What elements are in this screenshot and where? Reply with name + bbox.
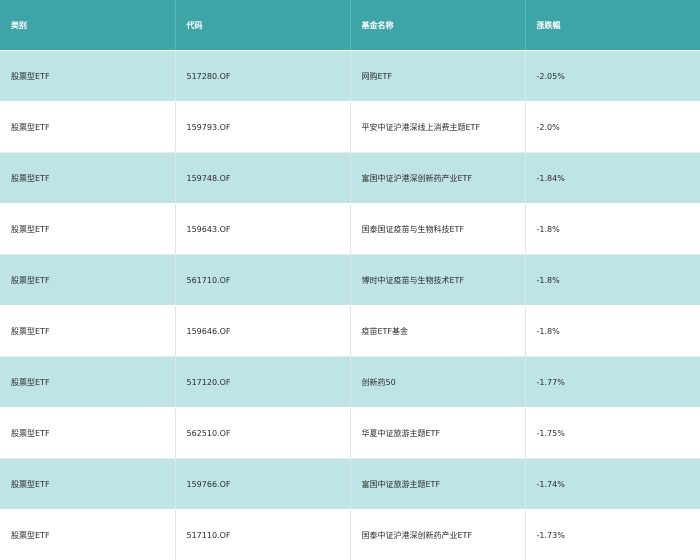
cell-change: -1.73% — [525, 509, 700, 560]
cell-fund-name: 创新药50 — [350, 356, 526, 408]
cell-fund-name: 国泰国证疫苗与生物科技ETF — [350, 203, 526, 255]
cell-change: -1.8% — [525, 203, 700, 255]
cell-category: 股票型ETF — [0, 254, 176, 306]
table-row[interactable]: 股票型ETF 159646.OF 疫苗ETF基金 -1.8% — [0, 305, 700, 357]
cell-change: -1.84% — [525, 152, 700, 204]
cell-fund-name: 平安中证沪港深线上消费主题ETF — [350, 101, 526, 153]
cell-fund-name: 国泰中证沪港深创新药产业ETF — [350, 509, 526, 560]
column-header-change[interactable]: 涨跌幅 — [525, 0, 700, 51]
cell-category: 股票型ETF — [0, 509, 176, 560]
header-row: 类别 代码 基金名称 涨跌幅 — [0, 0, 700, 51]
cell-category: 股票型ETF — [0, 101, 176, 153]
cell-change: -1.75% — [525, 407, 700, 459]
column-header-fund-name[interactable]: 基金名称 — [350, 0, 526, 51]
cell-change: -1.8% — [525, 305, 700, 357]
cell-fund-name: 富国中证旅游主题ETF — [350, 458, 526, 510]
table-row[interactable]: 股票型ETF 159643.OF 国泰国证疫苗与生物科技ETF -1.8% — [0, 203, 700, 255]
cell-fund-name: 华夏中证旅游主题ETF — [350, 407, 526, 459]
cell-fund-name: 博时中证疫苗与生物技术ETF — [350, 254, 526, 306]
cell-change: -2.0% — [525, 101, 700, 153]
table-body: 股票型ETF 517280.OF 网购ETF -2.05% 股票型ETF 159793.O… — [0, 50, 700, 560]
cell-category: 股票型ETF — [0, 203, 176, 255]
cell-code: 562510.OF — [175, 407, 351, 459]
cell-category: 股票型ETF — [0, 356, 176, 408]
cell-code: 517280.OF — [175, 50, 351, 102]
cell-fund-name: 网购ETF — [350, 50, 526, 102]
cell-code: 159643.OF — [175, 203, 351, 255]
cell-category: 股票型ETF — [0, 407, 176, 459]
cell-fund-name: 富国中证沪港深创新药产业ETF — [350, 152, 526, 204]
table-row[interactable]: 股票型ETF 517280.OF 网购ETF -2.05% — [0, 50, 700, 102]
cell-change: -1.8% — [525, 254, 700, 306]
cell-code: 159748.OF — [175, 152, 351, 204]
cell-change: -1.77% — [525, 356, 700, 408]
cell-code: 159646.OF — [175, 305, 351, 357]
table-row[interactable]: 股票型ETF 517110.OF 国泰中证沪港深创新药产业ETF -1.73% — [0, 509, 700, 560]
table-row[interactable]: 股票型ETF 517120.OF 创新药50 -1.77% — [0, 356, 700, 408]
table-header: 类别 代码 基金名称 涨跌幅 — [0, 0, 700, 51]
cell-category: 股票型ETF — [0, 305, 176, 357]
fund-table: 类别 代码 基金名称 涨跌幅 股票型ETF 517280.OF 网购ETF -2.05… — [0, 0, 700, 560]
cell-code: 159793.OF — [175, 101, 351, 153]
table-row[interactable]: 股票型ETF 159793.OF 平安中证沪港深线上消费主题ETF -2.0% — [0, 101, 700, 153]
cell-code: 159766.OF — [175, 458, 351, 510]
table-row[interactable]: 股票型ETF 159766.OF 富国中证旅游主题ETF -1.74% — [0, 458, 700, 510]
column-header-code[interactable]: 代码 — [175, 0, 351, 51]
cell-change: -1.74% — [525, 458, 700, 510]
cell-code: 561710.OF — [175, 254, 351, 306]
column-header-category[interactable]: 类别 — [0, 0, 176, 51]
table-row[interactable]: 股票型ETF 159748.OF 富国中证沪港深创新药产业ETF -1.84% — [0, 152, 700, 204]
cell-code: 517120.OF — [175, 356, 351, 408]
cell-category: 股票型ETF — [0, 50, 176, 102]
cell-category: 股票型ETF — [0, 152, 176, 204]
cell-category: 股票型ETF — [0, 458, 176, 510]
table-row[interactable]: 股票型ETF 562510.OF 华夏中证旅游主题ETF -1.75% — [0, 407, 700, 459]
cell-code: 517110.OF — [175, 509, 351, 560]
table-row[interactable]: 股票型ETF 561710.OF 博时中证疫苗与生物技术ETF -1.8% — [0, 254, 700, 306]
cell-fund-name: 疫苗ETF基金 — [350, 305, 526, 357]
cell-change: -2.05% — [525, 50, 700, 102]
